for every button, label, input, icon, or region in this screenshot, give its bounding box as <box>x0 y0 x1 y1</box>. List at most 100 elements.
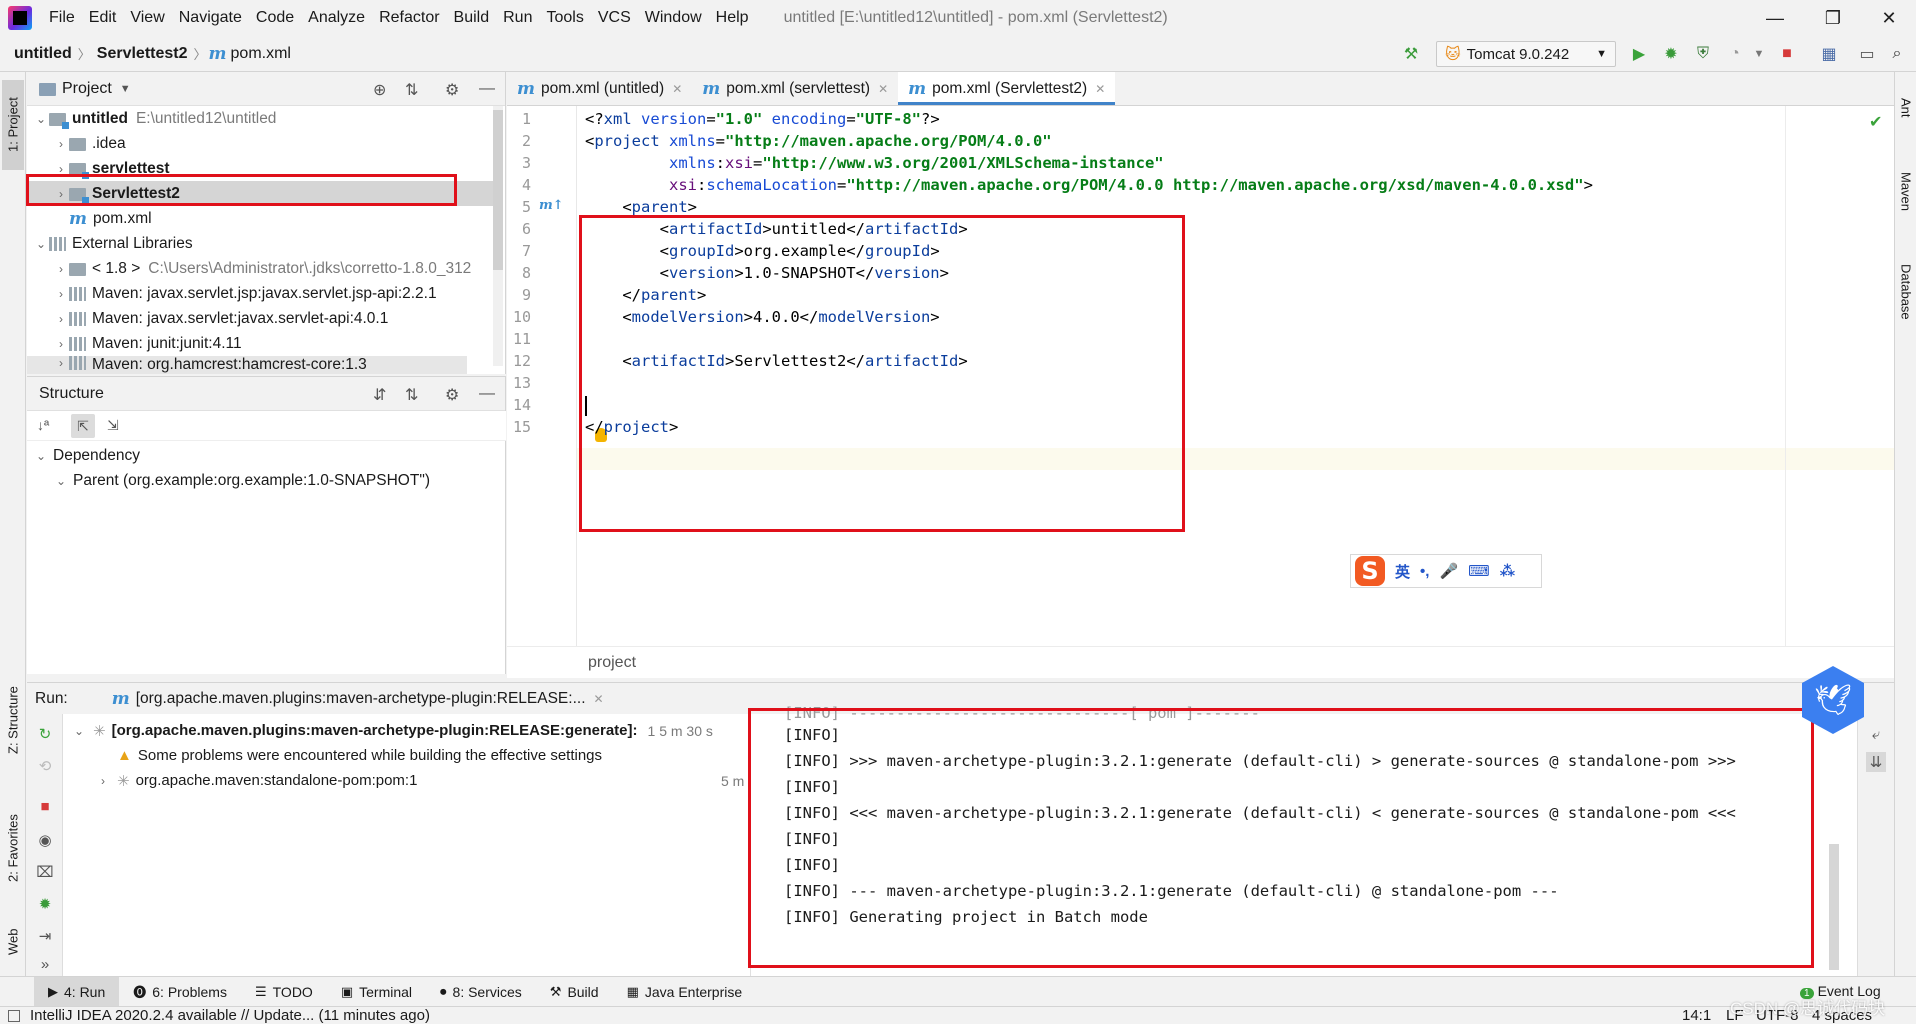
tree-item-pom[interactable]: m pom.xml <box>69 206 152 231</box>
inspection-ok-icon[interactable]: ✔ <box>1869 112 1882 132</box>
punctuation-icon[interactable]: •, <box>1420 563 1429 580</box>
sort-alpha-icon[interactable]: ↓ª <box>37 417 49 433</box>
scroll-to-end-icon[interactable]: ⇊ <box>1866 752 1886 772</box>
tree-item-lib-hamcrest[interactable]: › Maven: org.hamcrest:hamcrest-core:1.3 <box>27 356 467 374</box>
tab-pom-servlettest2[interactable]: m pom.xml (Servlettest2) ✕ <box>898 72 1116 105</box>
menu-analyze[interactable]: Analyze <box>301 0 372 36</box>
tab-database-tool[interactable]: Database <box>1896 242 1916 342</box>
tab-pom-untitled[interactable]: m pom.xml (untitled) ✕ <box>507 72 692 105</box>
tree-item-servlettest2[interactable]: › Servlettest2 <box>27 181 493 206</box>
tab-run-tool[interactable]: ▶ 4: Run <box>34 976 120 1007</box>
navigate-to-source-icon[interactable]: ⇲ <box>107 417 119 434</box>
tree-item-lib-servlet-api[interactable]: › Maven: javax.servlet:javax.servlet-api… <box>53 306 388 331</box>
close-tab-icon[interactable]: ✕ <box>672 82 682 96</box>
chevron-down-icon[interactable]: ⌄ <box>53 474 69 488</box>
ime-language[interactable]: 英 <box>1395 561 1410 582</box>
tab-java-enterprise-tool[interactable]: ▦ Java Enterprise <box>613 977 757 1007</box>
editor-gutter[interactable]: 1 2 3 4 5 6 7 8 9 10 11 12 13 14 15 m↑ <box>507 106 577 646</box>
restore-button[interactable]: ❐ <box>1810 0 1856 36</box>
tab-ant-tool[interactable]: Ant <box>1896 78 1916 138</box>
chevron-right-icon[interactable]: › <box>53 287 69 301</box>
tab-problems-tool[interactable]: ⓿ 6: Problems <box>119 977 241 1007</box>
project-structure-icon[interactable]: ▦ <box>1818 43 1840 65</box>
console-output[interactable]: [INFO] ------------------------------[ p… <box>750 704 1840 976</box>
run-tree-standalone[interactable]: › ✳ org.apache.maven:standalone-pom:pom:… <box>95 768 775 793</box>
keyboard-icon[interactable]: ⌨ <box>1468 562 1490 580</box>
menu-vcs[interactable]: VCS <box>591 0 638 36</box>
stop-icon[interactable]: ■ <box>1776 43 1798 65</box>
chevron-right-icon[interactable]: › <box>53 356 69 370</box>
structure-item-parent[interactable]: ⌄ Parent (org.example:org.example:1.0-SN… <box>53 468 430 493</box>
microphone-icon[interactable]: 🎤 <box>1439 562 1458 580</box>
chevron-down-icon[interactable]: ▼ <box>120 83 131 95</box>
chevron-right-icon[interactable]: › <box>53 262 69 276</box>
tab-structure-tool[interactable]: Z: Structure <box>2 672 24 768</box>
tab-web-tool[interactable]: Web <box>2 912 24 972</box>
chevron-right-icon[interactable]: › <box>53 187 69 201</box>
more-icon[interactable]: » <box>35 954 55 974</box>
tab-terminal-tool[interactable]: ▣ Terminal <box>327 977 426 1007</box>
debug-icon[interactable]: ✹ <box>35 894 55 914</box>
menu-window[interactable]: Window <box>638 0 709 36</box>
apps-icon[interactable]: ⁂ <box>1500 562 1515 580</box>
rerun-icon[interactable]: ↻ <box>35 724 55 744</box>
chevron-down-icon[interactable]: ⌄ <box>71 724 87 738</box>
run-tree-root[interactable]: ⌄ ✳ [org.apache.maven.plugins:maven-arch… <box>71 718 761 743</box>
gear-icon[interactable]: ⚙ <box>445 80 459 100</box>
hide-panel-icon[interactable]: — <box>479 80 495 98</box>
console-scrollbar[interactable] <box>1829 844 1839 970</box>
collapse-all-icon[interactable]: ⇅ <box>405 80 418 100</box>
hide-panel-icon[interactable]: — <box>479 385 495 403</box>
build-hammer-icon[interactable]: ⚒ <box>1400 43 1422 65</box>
run-tab-label[interactable]: [org.apache.maven.plugins:maven-archetyp… <box>136 690 586 708</box>
soft-wrap-icon[interactable]: ⤶ <box>1866 724 1886 744</box>
menu-tools[interactable]: Tools <box>539 0 590 36</box>
chevron-down-icon[interactable]: ⌄ <box>33 449 49 463</box>
profile-icon[interactable]: ◔ <box>1724 43 1746 65</box>
breadcrumb-servlettest2[interactable]: Servlettest2 <box>93 45 192 63</box>
chevron-right-icon[interactable]: › <box>95 774 111 788</box>
tab-favorites-tool[interactable]: 2: Favorites <box>2 794 24 902</box>
tree-item-jdk[interactable]: › < 1.8 > C:\Users\Administrator\.jdks\c… <box>53 256 493 281</box>
breadcrumb-pom[interactable]: pom.xml <box>227 45 295 63</box>
tree-item-idea[interactable]: › .idea <box>53 131 126 156</box>
status-message[interactable]: IntelliJ IDEA 2020.2.4 available // Upda… <box>30 1007 430 1024</box>
status-caret-position[interactable]: 14:1 <box>1682 1007 1711 1024</box>
close-window-button[interactable]: ✕ <box>1866 0 1912 36</box>
tree-item-external-libraries[interactable]: ⌄ External Libraries <box>33 231 193 256</box>
tab-pom-servlettest[interactable]: m pom.xml (servlettest) ✕ <box>692 72 898 105</box>
navigate-from-source-icon[interactable]: ⇱ <box>71 414 95 438</box>
eye-icon[interactable]: ◉ <box>35 830 55 850</box>
gear-icon[interactable]: ⚙ <box>445 385 459 405</box>
locate-file-icon[interactable]: ⊕ <box>373 80 386 100</box>
rerun-disabled-icon[interactable]: ⟲ <box>35 756 55 776</box>
close-tab-icon[interactable]: ✕ <box>1095 82 1105 96</box>
project-panel-title[interactable]: Project <box>62 80 112 98</box>
tab-todo-tool[interactable]: ☰ TODO <box>241 977 327 1007</box>
run-icon[interactable]: ▶ <box>1628 43 1650 65</box>
collapse-all-icon[interactable]: ⇅ <box>405 385 418 405</box>
ime-toolbar[interactable]: S 英 •, 🎤 ⌨ ⁂ <box>1350 554 1542 588</box>
expand-all-icon[interactable]: ⇵ <box>373 385 386 405</box>
project-scrollbar[interactable] <box>493 106 503 366</box>
menu-view[interactable]: View <box>123 0 171 36</box>
chevron-right-icon[interactable]: › <box>53 337 69 351</box>
structure-item-dependency[interactable]: ⌄ Dependency <box>33 443 140 468</box>
search-everywhere-icon[interactable]: ⌕ <box>1886 43 1908 65</box>
debug-icon[interactable]: ✹ <box>1660 43 1682 65</box>
menu-refactor[interactable]: Refactor <box>372 0 446 36</box>
profile-dropdown-icon[interactable]: ▼ <box>1748 43 1770 65</box>
maven-parent-gutter-icon[interactable]: m↑ <box>539 198 564 213</box>
tree-item-lib-junit[interactable]: › Maven: junit:junit:4.11 <box>53 331 242 356</box>
tab-services-tool[interactable]: ⏺ 8: Services <box>426 977 536 1007</box>
run-configuration-select[interactable]: 🐱 Tomcat 9.0.242 ▼ <box>1436 41 1616 67</box>
camera-icon[interactable]: ⌧ <box>35 862 55 882</box>
status-toggle-icon[interactable] <box>8 1009 20 1022</box>
tree-item-untitled[interactable]: ⌄ untitled E:\untitled12\untitled <box>33 106 276 131</box>
close-tab-icon[interactable]: ✕ <box>878 82 888 96</box>
menu-help[interactable]: Help <box>709 0 756 36</box>
chevron-right-icon[interactable]: › <box>53 137 69 151</box>
menu-navigate[interactable]: Navigate <box>172 0 249 36</box>
menu-build[interactable]: Build <box>447 0 497 36</box>
stop-icon[interactable]: ■ <box>35 796 55 816</box>
